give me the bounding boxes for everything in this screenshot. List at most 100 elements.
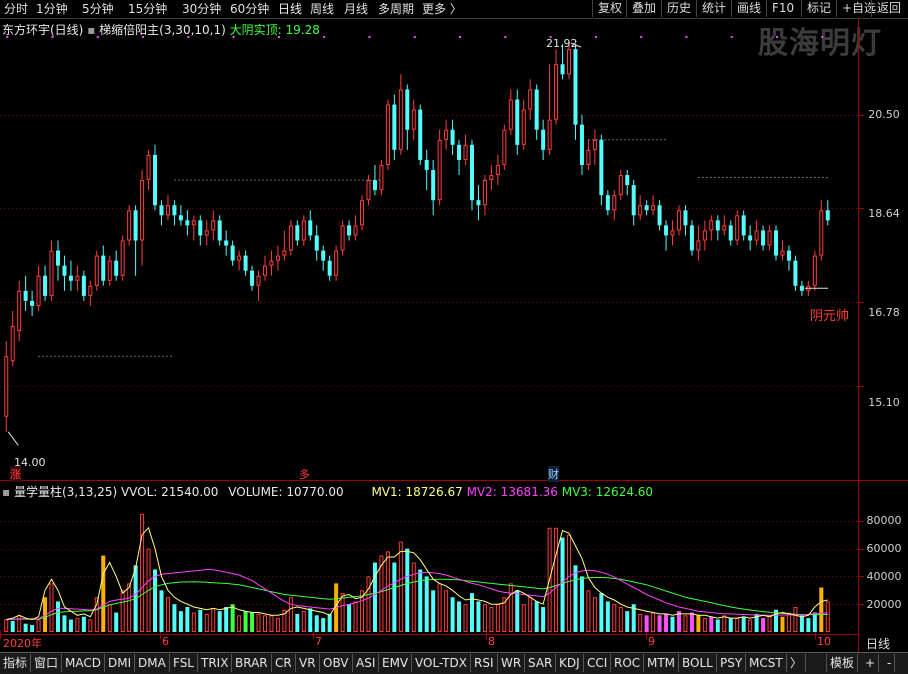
candle-body-up <box>288 225 293 251</box>
indicator-tab[interactable]: VR <box>296 654 320 672</box>
volume-bar-up <box>211 608 216 633</box>
indicator-tab[interactable]: MTM <box>644 654 680 672</box>
candle-body-up <box>120 240 125 276</box>
volume-bar-pink <box>709 616 714 632</box>
yin-marshal-annotation: 阴元帅 <box>810 309 850 324</box>
indicator-tab[interactable]: BRAR <box>232 654 272 672</box>
period-multi[interactable]: 多周期 <box>378 1 414 17</box>
candle-body-down <box>476 200 481 206</box>
candle-body-down <box>230 245 235 261</box>
indicator-tab[interactable]: MCST <box>746 654 787 672</box>
indicator-tab[interactable]: EMV <box>379 654 413 672</box>
indicator-tab[interactable]: FSL <box>170 654 198 672</box>
period-1min[interactable]: 1分钟 <box>36 1 68 17</box>
period-monthly[interactable]: 月线 <box>344 1 368 17</box>
price-tick: 15.10 <box>868 396 900 409</box>
period-60min[interactable]: 60分钟 <box>230 1 269 17</box>
volume-bar-up <box>482 604 487 632</box>
indicator-tab[interactable]: SAR <box>525 654 557 672</box>
indicator-tab[interactable]: CR <box>272 654 296 672</box>
indicator-tab[interactable]: PSY <box>717 654 747 672</box>
period-daily[interactable]: 日线 <box>278 1 302 17</box>
indicator-tab[interactable]: DMI <box>105 654 136 672</box>
candle-body-down <box>243 255 248 271</box>
period-indicator-label[interactable]: 日线 <box>866 635 890 652</box>
low-pointer <box>7 431 19 446</box>
volume-bar-up <box>366 576 371 633</box>
volume-bar-down <box>347 604 352 632</box>
kline-chart[interactable] <box>0 19 908 652</box>
period-weekly[interactable]: 周线 <box>310 1 334 17</box>
history-button[interactable]: 历史 <box>661 0 696 17</box>
period-more[interactable]: 更多 〉 <box>422 1 462 17</box>
indicator-tab[interactable]: ROC <box>611 654 645 672</box>
volume-bar-down <box>476 601 481 632</box>
volume-bar-down <box>308 608 313 632</box>
candle-body-up <box>340 225 345 251</box>
volume-bar-up <box>638 613 643 632</box>
volume-bar-up <box>191 612 196 632</box>
candle-body-down <box>114 260 119 276</box>
event-marker-multi[interactable]: 多 <box>299 466 310 482</box>
fuquan-button[interactable]: 复权 <box>592 0 627 17</box>
indicator-tab[interactable]: BOLL <box>679 654 717 672</box>
indicator-tab[interactable]: DMA <box>135 654 170 672</box>
indicator-tab[interactable]: CCI <box>584 654 612 672</box>
back-button[interactable]: 返回 <box>871 0 906 17</box>
volume-bar-up <box>269 615 274 632</box>
overlay-button[interactable]: 叠加 <box>626 0 661 17</box>
chart-header: 东方环宇(日线) ▪ 梯缩倍阳主(3,30,10,1) 大阴实顶: 19.28 <box>2 21 320 38</box>
candle-body-down <box>62 265 67 276</box>
template-button[interactable]: 模板 <box>826 654 859 672</box>
indicator-tab[interactable]: RSI <box>471 654 498 672</box>
event-marker-rise[interactable]: 涨 <box>10 466 21 482</box>
date-label: 9 <box>648 635 655 648</box>
volume-bar-up <box>618 606 623 633</box>
candle-body-down <box>347 225 352 236</box>
candle-body-down <box>664 225 669 236</box>
candle-body-up <box>127 210 132 241</box>
zoom-in-button[interactable]: + <box>862 654 880 672</box>
volume-bar-down <box>114 612 119 632</box>
indicator-tab[interactable]: 指标 <box>0 654 32 672</box>
volume-bar-down <box>295 613 300 632</box>
candle-body-up <box>567 49 572 75</box>
period-15min[interactable]: 15分钟 <box>128 1 167 17</box>
volume-bar-up <box>767 615 772 632</box>
candle-body-down <box>224 240 229 246</box>
indicator-tab[interactable]: KDJ <box>556 654 584 672</box>
indicator-tab[interactable]: WR <box>498 654 526 672</box>
indicator-tab[interactable]: 〉 <box>787 654 807 672</box>
volume-bar-up <box>411 562 416 632</box>
indicator-tab[interactable]: ASI <box>353 654 380 672</box>
candle-body-down <box>178 215 183 221</box>
event-marker-finance[interactable]: 财 <box>548 466 559 482</box>
draw-line-button[interactable]: 画线 <box>731 0 766 17</box>
indicator-tab[interactable]: TRIX <box>198 654 233 672</box>
f10-button[interactable]: F10 <box>766 0 799 17</box>
indicator-tab[interactable]: OBV <box>320 654 353 672</box>
candle-body-up <box>211 220 216 231</box>
period-30min[interactable]: 30分钟 <box>182 1 221 17</box>
zoom-out-button[interactable]: - <box>884 654 896 672</box>
indicator-tab[interactable]: VOL-TDX <box>412 654 471 672</box>
volume-bar-up <box>165 597 170 633</box>
candle-body-up <box>586 149 591 165</box>
candle-body-down <box>541 129 546 150</box>
volume-bar-down <box>217 611 222 632</box>
volume-bar-down <box>23 623 28 632</box>
period-5min[interactable]: 5分钟 <box>82 1 114 17</box>
candle-body-down <box>250 270 255 286</box>
indicator-tab[interactable]: MACD <box>62 654 105 672</box>
indicator-tab[interactable]: 窗口 <box>31 654 63 672</box>
mark-button[interactable]: 标记 <box>801 0 836 17</box>
period-fenshi[interactable]: 分时 <box>4 1 28 17</box>
stats-button[interactable]: 统计 <box>696 0 731 17</box>
vol-indicator-title: 量学量柱(3,13,25) <box>13 485 118 499</box>
signal-dot <box>459 36 462 38</box>
volume-bar-down <box>560 537 565 632</box>
volume-bar-up <box>17 615 22 632</box>
candle-body-down <box>327 260 332 276</box>
candle-body-down <box>314 235 319 251</box>
candle-body-down <box>55 250 60 266</box>
